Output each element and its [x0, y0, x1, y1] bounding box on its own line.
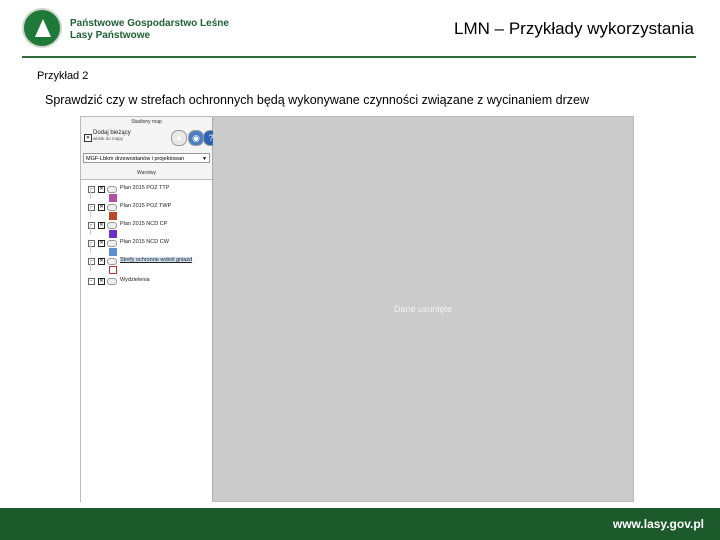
layer-name: Plan 2015 NCD CP: [120, 221, 168, 227]
layer-item[interactable]: − ✕ Plan 2015 POZ TWP: [81, 202, 212, 212]
layer-type-icon: [107, 278, 117, 285]
tree-line: [90, 189, 91, 199]
header-divider: [22, 56, 696, 58]
layer-tree: − ✕ Plan 2015 POZ TTP − ✕ Plan 2015 POZ …: [81, 179, 212, 502]
lasy-panstwowe-logo: [22, 8, 62, 48]
layer-item[interactable]: − ✕ Plan 2015 NCD CP: [81, 220, 212, 230]
qgis-screenshot: Stadiony map ✕ Dodaj bieżący widok do ma…: [80, 116, 634, 502]
example-description: Sprawdzić czy w strefach ochronnych będą…: [45, 93, 589, 107]
layers-panel: Stadiony map ✕ Dodaj bieżący widok do ma…: [81, 117, 219, 502]
layer-checkbox[interactable]: ✕: [98, 240, 105, 247]
add-view-label: Dodaj bieżący widok do mapy: [93, 130, 131, 141]
add-view-row: ✕ Dodaj bieżący widok do mapy ● ◉ ?: [83, 129, 219, 149]
layer-item[interactable]: − ✕ Strefy ochronne wokół gniazd: [81, 256, 212, 266]
layer-checkbox[interactable]: ✕: [98, 258, 105, 265]
layer-checkbox[interactable]: ✕: [98, 204, 105, 211]
layer-type-icon: [107, 258, 117, 265]
layer-type-icon: [107, 222, 117, 229]
map-selector-dropdown[interactable]: MGF-Lbkm drzewostanów i projektowan ▼: [83, 153, 210, 163]
layer-name-selected: Strefy ochronne wokół gniazd: [120, 257, 193, 263]
tree-line: [90, 225, 91, 235]
tree-line: [90, 243, 91, 253]
layer-checkbox[interactable]: ✕: [98, 278, 105, 285]
layer-type-icon: [107, 240, 117, 247]
layer-name: Plan 2015 POZ TTP: [120, 185, 170, 191]
layer-type-icon: [107, 186, 117, 193]
map-tool-icon[interactable]: ●: [171, 130, 187, 146]
layer-symbol-swatch: [109, 230, 117, 238]
website-url: www.lasy.gov.pl: [612, 517, 704, 531]
organization-name: Państwowe Gospodarstwo Leśne Lasy Państw…: [70, 18, 229, 42]
expand-icon[interactable]: −: [88, 278, 95, 285]
org-line-2: Lasy Państwowe: [70, 30, 151, 41]
slide-title: LMN – Przykłady wykorzystania: [454, 19, 694, 38]
tree-line: [90, 207, 91, 217]
layer-checkbox[interactable]: ✕: [98, 222, 105, 229]
layer-symbol-swatch: [109, 248, 117, 256]
layer-item[interactable]: − ✕ Wydzielenia: [81, 276, 212, 286]
canvas-placeholder-text: Dane usunięte: [393, 304, 453, 314]
layer-name: Wydzielenia: [120, 277, 150, 283]
chevron-down-icon: ▼: [202, 156, 207, 162]
panel-title: Stadiony map: [131, 119, 162, 125]
example-label: Przykład 2: [37, 70, 89, 82]
layer-type-icon: [107, 204, 117, 211]
org-line-1: Państwowe Gospodarstwo Leśne: [70, 18, 229, 29]
layer-item[interactable]: − ✕ Plan 2015 NCD CW: [81, 238, 212, 248]
map-canvas[interactable]: Dane usunięte: [213, 117, 633, 501]
footer-bar: www.lasy.gov.pl: [0, 508, 720, 540]
globe-icon[interactable]: ◉: [188, 130, 204, 146]
add-view-checkbox[interactable]: ✕: [84, 134, 92, 142]
layer-symbol-swatch: [109, 266, 117, 274]
layer-name: Plan 2015 POZ TWP: [120, 203, 172, 209]
tree-line: [90, 261, 91, 271]
layer-item[interactable]: − ✕ Plan 2015 POZ TTP: [81, 184, 212, 194]
layer-checkbox[interactable]: ✕: [98, 186, 105, 193]
layers-title: Warstwy: [137, 170, 156, 176]
layer-symbol-swatch: [109, 194, 117, 202]
layer-symbol-swatch: [109, 212, 117, 220]
layer-name: Plan 2015 NCD CW: [120, 239, 169, 245]
